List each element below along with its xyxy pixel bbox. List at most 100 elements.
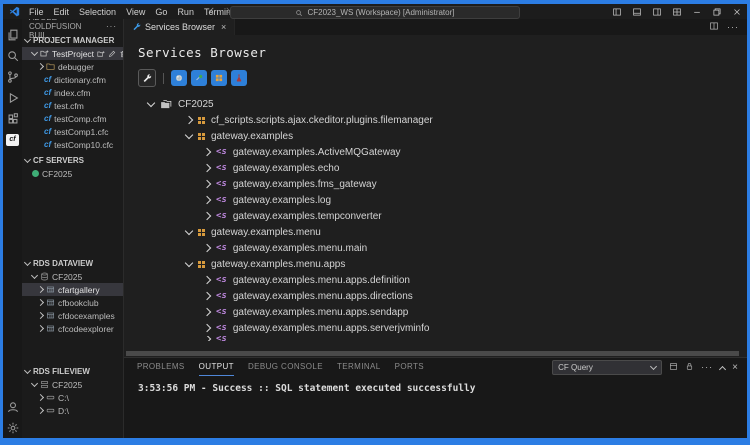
- datasource-cfdocexamples[interactable]: cfdocexamples: [22, 309, 123, 322]
- minimize-icon[interactable]: [687, 4, 707, 19]
- toggle-secondary-sidebar-icon[interactable]: [647, 4, 667, 19]
- tree-row[interactable]: gateway.examples.menu.apps: [124, 256, 747, 272]
- chevron-closed-icon[interactable]: [203, 212, 211, 220]
- dataview-root[interactable]: CF2025: [22, 270, 123, 283]
- tree-row[interactable]: <sgateway.examples.tempconverter: [124, 208, 747, 224]
- chevron-closed-icon[interactable]: [203, 308, 211, 316]
- maximize-panel-icon[interactable]: [720, 359, 725, 377]
- edit-icon[interactable]: [108, 50, 116, 58]
- source-control-icon[interactable]: [3, 66, 22, 87]
- run-debug-icon[interactable]: [3, 87, 22, 108]
- chevron-closed-icon[interactable]: [203, 164, 211, 172]
- tree-row[interactable]: <sgateway.examples.fms_gateway: [124, 176, 747, 192]
- component-green-button[interactable]: [191, 70, 207, 86]
- drive-D[interactable]: D:\: [22, 404, 123, 417]
- tree-row[interactable]: gateway.examples.menu: [124, 224, 747, 240]
- tree-row[interactable]: <sgateway.examples.echo: [124, 160, 747, 176]
- tree-row[interactable]: CF2025: [124, 96, 747, 112]
- flask-button[interactable]: [231, 70, 247, 86]
- lock-icon[interactable]: [685, 358, 694, 376]
- sidebar-file-testComp1.cfc[interactable]: cftestComp1.cfc: [22, 125, 123, 138]
- chevron-open-icon[interactable]: [185, 227, 193, 235]
- drive-C[interactable]: C:\: [22, 391, 123, 404]
- menu-go[interactable]: Go: [150, 4, 172, 19]
- sidebar-more-actions[interactable]: ···: [106, 22, 117, 31]
- tree-row[interactable]: gateway.examples: [124, 128, 747, 144]
- datasource-cfbookclub[interactable]: cfbookclub: [22, 296, 123, 309]
- tab-services-browser[interactable]: Services Browser ×: [124, 19, 235, 35]
- section-rds-fileview[interactable]: RDS FILEVIEW: [22, 365, 123, 378]
- account-icon[interactable]: [3, 396, 22, 417]
- panel-tab-problems[interactable]: PROBLEMS: [137, 358, 185, 376]
- tree-row[interactable]: <sgateway.examples.menu.apps.definition: [124, 272, 747, 288]
- search-icon[interactable]: [3, 45, 22, 66]
- sidebar-file-index.cfm[interactable]: cfindex.cfm: [22, 86, 123, 99]
- more-actions-icon[interactable]: ···: [727, 22, 739, 32]
- globe-button[interactable]: [171, 70, 187, 86]
- project-row-testproject[interactable]: TestProject: [22, 47, 123, 60]
- sidebar-file-dictionary.cfm[interactable]: cfdictionary.cfm: [22, 73, 123, 86]
- output-channel-select[interactable]: CF Query: [552, 360, 662, 375]
- chevron-closed-icon[interactable]: [203, 180, 211, 188]
- trash-icon[interactable]: [119, 50, 123, 58]
- menu-file[interactable]: File: [24, 4, 49, 19]
- chevron-open-icon[interactable]: [185, 131, 193, 139]
- datasource-cfartgallery[interactable]: cfartgallery: [22, 283, 123, 296]
- explorer-icon[interactable]: [3, 24, 22, 45]
- chevron-closed-icon[interactable]: [203, 148, 211, 156]
- chevron-open-icon[interactable]: [185, 259, 193, 267]
- section-project-manager[interactable]: PROJECT MANAGER: [22, 34, 123, 47]
- tree-row[interactable]: <s: [124, 336, 747, 341]
- settings-gear-icon[interactable]: [3, 417, 22, 438]
- split-editor-icon[interactable]: [709, 18, 719, 36]
- menu-edit[interactable]: Edit: [49, 4, 75, 19]
- toggle-panel-icon[interactable]: [627, 4, 647, 19]
- tree-row[interactable]: <sgateway.examples.menu.main: [124, 240, 747, 256]
- close-icon[interactable]: [727, 4, 747, 19]
- section-cf-servers[interactable]: CF SERVERS: [22, 154, 123, 167]
- open-in-editor-icon[interactable]: [669, 358, 678, 376]
- chevron-closed-icon[interactable]: [203, 244, 211, 252]
- close-panel-icon[interactable]: ×: [732, 362, 738, 373]
- toggle-sidebar-icon[interactable]: [607, 4, 627, 19]
- tab-close-icon[interactable]: ×: [221, 22, 226, 32]
- chevron-closed-icon[interactable]: [203, 292, 211, 300]
- chevron-closed-icon[interactable]: [185, 116, 193, 124]
- chevron-closed-icon[interactable]: [203, 336, 211, 341]
- tree-row[interactable]: cf_scripts.scripts.ajax.ckeditor.plugins…: [124, 112, 747, 128]
- wrench-button[interactable]: [138, 69, 156, 87]
- sidebar-file-test.cfm[interactable]: cftest.cfm: [22, 99, 123, 112]
- panel-tab-output[interactable]: OUTPUT: [199, 358, 234, 376]
- horizontal-scrollbar[interactable]: [126, 351, 745, 356]
- sidebar-file-debugger[interactable]: debugger: [22, 60, 123, 73]
- menu-selection[interactable]: Selection: [74, 4, 121, 19]
- tree-row[interactable]: <sgateway.examples.menu.apps.sendapp: [124, 304, 747, 320]
- datasource-cfcodeexplorer[interactable]: cfcodeexplorer: [22, 322, 123, 335]
- package-button[interactable]: [211, 70, 227, 86]
- coldfusion-icon[interactable]: cf: [3, 129, 22, 150]
- chevron-closed-icon[interactable]: [203, 276, 211, 284]
- new-folder-icon[interactable]: [97, 50, 105, 58]
- extensions-icon[interactable]: [3, 108, 22, 129]
- sidebar-file-testComp.cfm[interactable]: cftestComp.cfm: [22, 112, 123, 125]
- menu-run[interactable]: Run: [172, 4, 199, 19]
- chevron-open-icon[interactable]: [147, 99, 155, 107]
- panel-tab-terminal[interactable]: TERMINAL: [337, 358, 381, 376]
- sidebar-file-testComp10.cfc[interactable]: cftestComp10.cfc: [22, 138, 123, 151]
- command-center-search[interactable]: CF2023_WS (Workspace) [Administrator]: [230, 6, 520, 19]
- tree-row[interactable]: <sgateway.examples.log: [124, 192, 747, 208]
- server-CF2025[interactable]: CF2025: [22, 167, 123, 180]
- back-icon[interactable]: [207, 6, 217, 18]
- customize-layout-icon[interactable]: [667, 4, 687, 19]
- chevron-closed-icon[interactable]: [203, 196, 211, 204]
- restore-icon[interactable]: [707, 4, 727, 19]
- tree-row[interactable]: <sgateway.examples.ActiveMQGateway: [124, 144, 747, 160]
- chevron-closed-icon[interactable]: [203, 324, 211, 332]
- menu-view[interactable]: View: [121, 4, 150, 19]
- tree-row[interactable]: <sgateway.examples.menu.apps.serverjvmin…: [124, 320, 747, 336]
- fileview-root[interactable]: CF2025: [22, 378, 123, 391]
- panel-tab-debug-console[interactable]: DEBUG CONSOLE: [248, 358, 323, 376]
- tree-row[interactable]: <sgateway.examples.menu.apps.directions: [124, 288, 747, 304]
- more-actions-icon[interactable]: ···: [701, 362, 713, 372]
- section-rds-dataview[interactable]: RDS DATAVIEW: [22, 257, 123, 270]
